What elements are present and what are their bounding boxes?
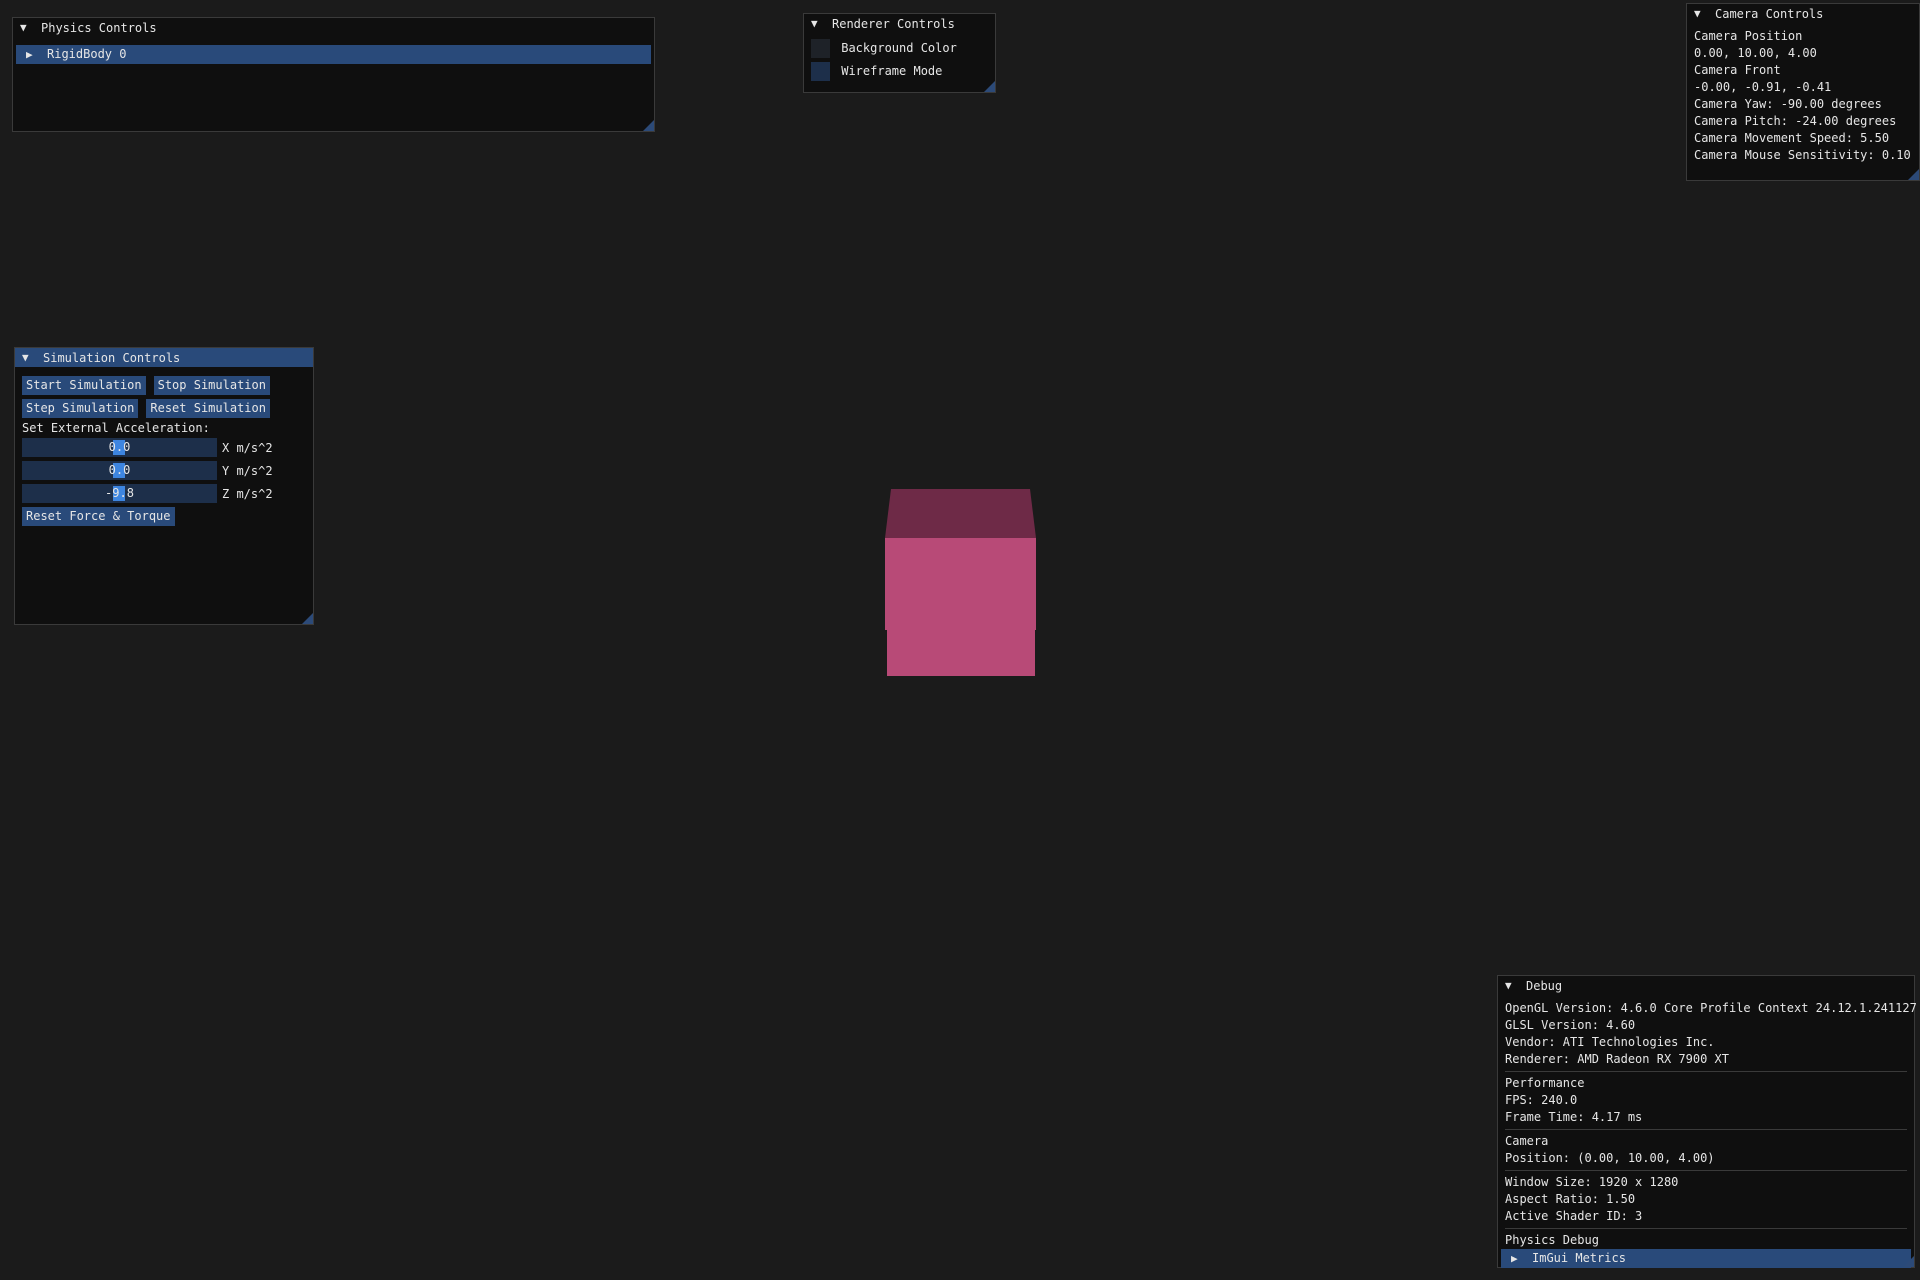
wireframe-mode-checkbox[interactable] (811, 62, 830, 81)
fps: FPS: 240.0 (1505, 1093, 1578, 1107)
camera-controls-titlebar[interactable]: ▼ Camera Controls (1687, 4, 1919, 23)
cube-front-face (885, 538, 1036, 676)
physics-debug-heading: Physics Debug (1505, 1233, 1599, 1247)
simulation-controls-panel[interactable]: ▼ Simulation Controls Start Simulation S… (14, 347, 314, 625)
camera-heading: Camera (1505, 1134, 1549, 1148)
camera-position-value: 0.00, 10.00, 4.00 (1694, 46, 1817, 60)
collapse-triangle-icon[interactable]: ▼ (1694, 7, 1706, 20)
separator (1505, 1228, 1907, 1229)
acceleration-x-label: X m/s^2 (222, 440, 273, 455)
stop-simulation-button[interactable]: Stop Simulation (153, 376, 270, 395)
debug-panel[interactable]: ▼ Debug OpenGL Version: 4.6.0 Core Profi… (1497, 975, 1917, 1268)
panel-title: Renderer Controls (832, 16, 955, 31)
resize-grip[interactable] (643, 120, 654, 131)
renderer-controls-panel[interactable]: ▼ Renderer Controls Background Color Wir… (803, 13, 996, 93)
panel-title: Camera Controls (1715, 6, 1824, 21)
panel-title: Simulation Controls (43, 350, 181, 365)
glsl-version: GLSL Version: 4.60 (1505, 1018, 1636, 1032)
collapse-triangle-icon[interactable]: ▼ (811, 17, 823, 30)
window-size: Window Size: 1920 x 1280 (1505, 1175, 1679, 1189)
collapse-triangle-icon[interactable]: ▼ (20, 21, 32, 34)
start-simulation-button[interactable]: Start Simulation (22, 376, 146, 395)
panel-title: Debug (1526, 978, 1563, 993)
reset-force-torque-button[interactable]: Reset Force & Torque (22, 507, 175, 526)
background-color-label: Background Color (841, 41, 957, 55)
acceleration-z-label: Z m/s^2 (222, 486, 273, 501)
tree-node-label: RigidBody 0 (47, 47, 127, 61)
performance-heading: Performance (1505, 1076, 1585, 1090)
wireframe-mode-label: Wireframe Mode (841, 64, 943, 78)
resize-grip[interactable] (1903, 1256, 1914, 1267)
expand-triangle-icon[interactable]: ▶ (1511, 1249, 1523, 1268)
camera-front-value: -0.00, -0.91, -0.41 (1694, 80, 1832, 94)
tree-node-label: ImGui Metrics (1532, 1251, 1626, 1265)
simulation-controls-titlebar[interactable]: ▼ Simulation Controls (15, 348, 313, 367)
camera-position-heading: Camera Position (1694, 29, 1803, 43)
renderer-name: Renderer: AMD Radeon RX 7900 XT (1505, 1052, 1729, 1066)
tree-node-rigidbody[interactable]: ▶ RigidBody 0 (16, 45, 651, 64)
collapse-triangle-icon[interactable]: ▼ (22, 351, 34, 364)
aspect-ratio: Aspect Ratio: 1.50 (1505, 1192, 1636, 1206)
cube-top-face (885, 489, 1036, 538)
camera-controls-panel[interactable]: ▼ Camera Controls Camera Position 0.00, … (1686, 3, 1920, 181)
frame-time: Frame Time: 4.17 ms (1505, 1110, 1643, 1124)
step-simulation-button[interactable]: Step Simulation (22, 399, 139, 418)
renderer-controls-titlebar[interactable]: ▼ Renderer Controls (804, 14, 995, 33)
acceleration-y-label: Y m/s^2 (222, 463, 273, 478)
separator (1505, 1129, 1907, 1130)
active-shader-id: Active Shader ID: 3 (1505, 1209, 1643, 1223)
camera-yaw: Camera Yaw: -90.00 degrees (1694, 97, 1882, 111)
physics-controls-panel[interactable]: ▼ Physics Controls ▶ RigidBody 0 (12, 17, 655, 132)
resize-grip[interactable] (1908, 169, 1919, 180)
camera-position: Position: (0.00, 10.00, 4.00) (1505, 1151, 1715, 1165)
acceleration-y-slider[interactable]: 0.0 (22, 461, 217, 480)
physics-controls-titlebar[interactable]: ▼ Physics Controls (13, 18, 654, 37)
separator (1505, 1170, 1907, 1171)
debug-titlebar[interactable]: ▼ Debug (1498, 976, 1914, 995)
camera-speed: Camera Movement Speed: 5.50 (1694, 131, 1890, 145)
acceleration-x-slider[interactable]: 0.0 (22, 438, 217, 457)
external-acceleration-heading: Set External Acceleration: (22, 421, 210, 435)
resize-grip[interactable] (984, 81, 995, 92)
acceleration-z-slider[interactable]: -9.8 (22, 484, 217, 503)
camera-front-heading: Camera Front (1694, 63, 1781, 77)
panel-title: Physics Controls (41, 20, 157, 35)
opengl-version: OpenGL Version: 4.6.0 Core Profile Conte… (1505, 1001, 1917, 1015)
collapse-triangle-icon[interactable]: ▼ (1505, 979, 1517, 992)
vendor: Vendor: ATI Technologies Inc. (1505, 1035, 1715, 1049)
background-color-swatch[interactable] (811, 39, 830, 58)
expand-triangle-icon[interactable]: ▶ (26, 45, 38, 64)
camera-sensitivity: Camera Mouse Sensitivity: 0.10 (1694, 148, 1911, 162)
resize-grip[interactable] (302, 613, 313, 624)
tree-node-imgui-metrics[interactable]: ▶ ImGui Metrics (1501, 1249, 1911, 1268)
camera-pitch: Camera Pitch: -24.00 degrees (1694, 114, 1897, 128)
separator (1505, 1071, 1907, 1072)
reset-simulation-button[interactable]: Reset Simulation (146, 399, 270, 418)
